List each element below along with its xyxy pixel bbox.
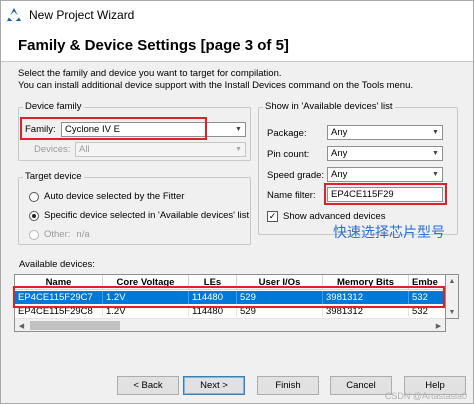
title-bar: New Project Wizard xyxy=(1,1,473,29)
speed-grade-select[interactable]: Any ▼ xyxy=(327,167,443,182)
radio-other[interactable] xyxy=(29,229,39,240)
target-device-legend: Target device xyxy=(23,171,84,182)
show-advanced-label: Show advanced devices xyxy=(283,211,386,222)
devices-select-value: All xyxy=(79,144,90,155)
show-filter-legend: Show in 'Available devices' list xyxy=(263,101,395,112)
chevron-down-icon: ▼ xyxy=(235,146,242,153)
watermark: CSDN @Artastasia0 xyxy=(384,391,467,401)
device-family-legend: Device family xyxy=(23,101,84,112)
speed-grade-value: Any xyxy=(331,169,348,180)
scroll-right-icon[interactable]: ▶ xyxy=(432,319,445,331)
chevron-down-icon: ▼ xyxy=(235,126,242,133)
other-value: n/a xyxy=(76,229,90,240)
package-label: Package: xyxy=(267,128,307,139)
next-button[interactable]: Next > xyxy=(183,376,245,395)
chevron-down-icon: ▼ xyxy=(432,150,439,157)
chevron-down-icon: ▼ xyxy=(432,129,439,136)
horizontal-scrollbar[interactable]: ◀ ▶ xyxy=(15,318,445,331)
pin-count-value: Any xyxy=(331,148,348,159)
intro-line-2: You can install additional device suppor… xyxy=(18,80,414,91)
show-advanced-checkbox[interactable]: ✓ xyxy=(267,211,278,222)
devices-select[interactable]: All ▼ xyxy=(75,142,246,157)
pin-count-label: Pin count: xyxy=(267,149,310,160)
radio-auto[interactable] xyxy=(29,191,39,202)
device-row-highlight-box xyxy=(13,286,445,308)
package-value: Any xyxy=(331,127,348,138)
back-button[interactable]: < Back xyxy=(117,376,179,395)
name-filter-highlight-box xyxy=(324,183,447,205)
show-advanced-option[interactable]: ✓ Show advanced devices xyxy=(267,211,385,222)
package-select[interactable]: Any ▼ xyxy=(327,125,443,140)
other-label: Other: xyxy=(44,229,71,240)
page-header: Family & Device Settings [page 3 of 5] xyxy=(1,29,473,61)
devices-label: Devices: xyxy=(34,144,71,155)
auto-device-label: Auto device selected by the Fitter xyxy=(44,191,185,202)
pin-count-select[interactable]: Any ▼ xyxy=(327,146,443,161)
scroll-down-icon[interactable]: ▼ xyxy=(446,306,458,318)
specific-device-label: Specific device selected in 'Available d… xyxy=(44,210,250,221)
header-divider xyxy=(1,61,473,62)
scroll-thumb[interactable] xyxy=(30,321,120,330)
finish-button[interactable]: Finish xyxy=(257,376,319,395)
other-device-option[interactable]: Other: n/a xyxy=(29,229,90,240)
available-devices-label: Available devices: xyxy=(19,259,95,270)
radio-specific[interactable] xyxy=(29,210,39,221)
scroll-up-icon[interactable]: ▲ xyxy=(446,275,458,287)
wizard-window: New Project Wizard Family & Device Setti… xyxy=(0,0,474,404)
scroll-left-icon[interactable]: ◀ xyxy=(15,319,28,331)
specific-device-option[interactable]: Specific device selected in 'Available d… xyxy=(29,210,249,221)
name-filter-label: Name filter: xyxy=(267,190,316,201)
family-highlight-box xyxy=(20,117,207,140)
vertical-scrollbar[interactable]: ▲ ▼ xyxy=(446,274,459,319)
annotation-text: 快速选择芯片型号 xyxy=(333,225,445,241)
intro-line-1: Select the family and device you want to… xyxy=(18,68,282,79)
auto-device-option[interactable]: Auto device selected by the Fitter xyxy=(29,191,184,202)
cancel-button[interactable]: Cancel xyxy=(330,376,392,395)
speed-grade-label: Speed grade: xyxy=(267,170,325,181)
chevron-down-icon: ▼ xyxy=(432,171,439,178)
quartus-app-icon xyxy=(7,8,21,23)
window-title: New Project Wizard xyxy=(29,8,135,22)
page-heading: Family & Device Settings [page 3 of 5] xyxy=(18,37,289,54)
